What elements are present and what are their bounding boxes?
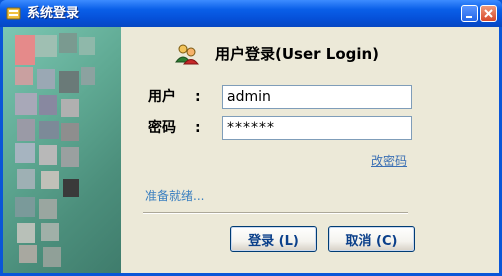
- side-banner-image: [3, 27, 121, 273]
- password-colon: :: [195, 120, 201, 136]
- status-text: 准备就绪...: [145, 189, 205, 203]
- minimize-button[interactable]: [461, 5, 478, 22]
- user-colon: :: [195, 89, 201, 105]
- cancel-button[interactable]: 取消 (C): [328, 226, 415, 252]
- pixelated-photo: [15, 33, 95, 267]
- title-bar[interactable]: 系统登录: [0, 0, 502, 27]
- password-label: 密码: [148, 120, 176, 136]
- login-window: 系统登录 用户登录(User Login) 用户: admin 密码: **…: [0, 0, 502, 276]
- dialog-body: 用户登录(User Login) 用户 : 密码 : 改密码 准备就绪... 登…: [3, 27, 499, 273]
- window-title: 系统登录: [27, 6, 80, 21]
- app-icon: [6, 6, 21, 21]
- change-password-link[interactable]: 改密码: [371, 153, 407, 169]
- divider: [143, 212, 408, 214]
- close-icon: [484, 9, 493, 18]
- user-label: 用户: [148, 89, 176, 105]
- username-input[interactable]: [222, 85, 412, 109]
- password-input[interactable]: [222, 116, 412, 140]
- login-button[interactable]: 登录 (L): [230, 226, 317, 252]
- minimize-icon: [466, 16, 472, 18]
- users-icon: [175, 43, 200, 65]
- login-heading: 用户登录(User Login): [215, 45, 380, 63]
- close-button[interactable]: [480, 5, 497, 22]
